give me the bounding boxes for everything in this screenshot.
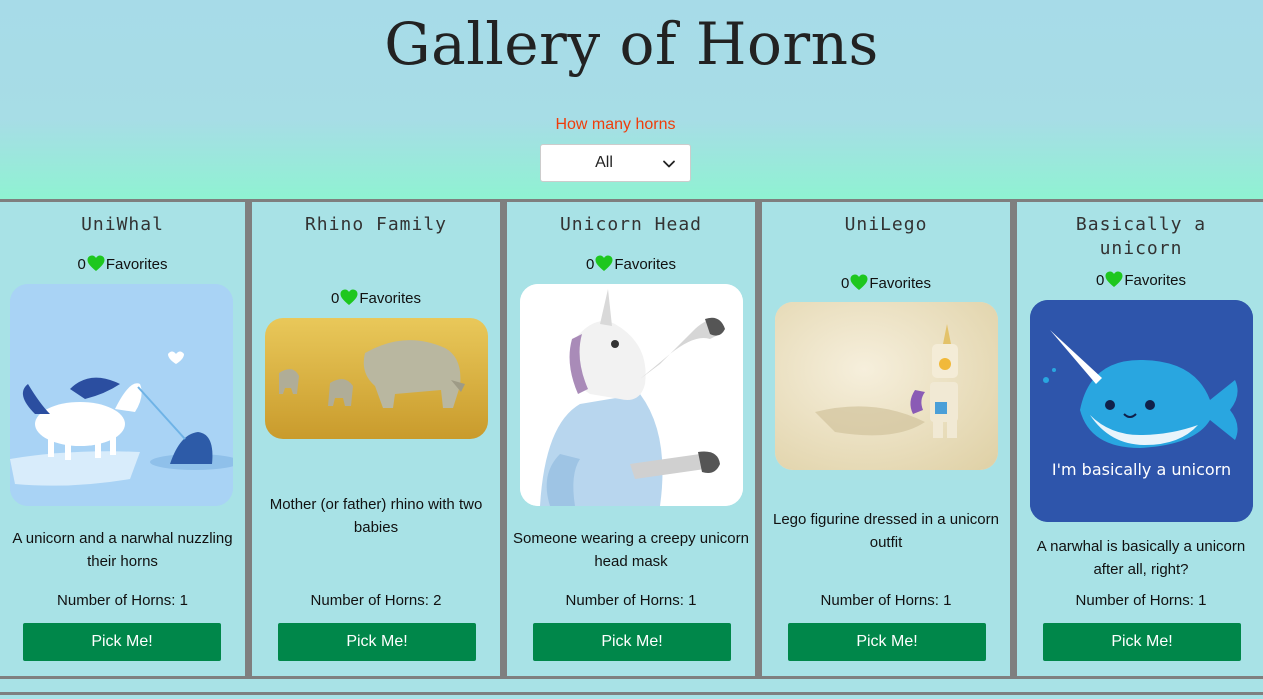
grid-divider [1010, 199, 1017, 677]
grid-divider [500, 199, 507, 677]
horn-count: Number of Horns: 2 [310, 592, 442, 609]
card-image[interactable]: I'm basically a unicorn [1030, 300, 1253, 522]
green-heart-icon [87, 255, 105, 271]
horn-filter-value: All [595, 154, 613, 171]
next-row-strip [0, 679, 1263, 693]
page-header: Gallery of Horns How many horns All [0, 0, 1263, 199]
horn-count: Number of Horns: 1 [1075, 592, 1207, 609]
pick-me-button[interactable]: Pick Me! [278, 623, 476, 661]
card-image[interactable] [10, 284, 233, 506]
favorites-label: Favorites [1124, 272, 1187, 289]
green-heart-icon [340, 289, 358, 305]
horn-count: Number of Horns: 1 [820, 592, 952, 609]
horn-filter-label: How many horns [555, 116, 676, 133]
chevron-down-icon [663, 160, 675, 168]
favorites-count[interactable]: 0 Favorites [252, 289, 500, 307]
horn-count: Number of Horns: 1 [565, 592, 697, 609]
rhino-family-photo [265, 318, 488, 439]
card-description: Someone wearing a creepy unicorn head ma… [513, 530, 749, 570]
favorites-label: Favorites [105, 256, 168, 273]
lego-unicorn-photo [775, 302, 998, 470]
card-description: Mother (or father) rhino with two babies [269, 496, 483, 536]
card-image[interactable] [520, 284, 743, 506]
image-caption: I'm basically a unicorn [1051, 460, 1232, 479]
narwhal-illustration [1030, 300, 1253, 522]
green-heart-icon [850, 274, 868, 290]
card-title: Unicorn Head [559, 214, 703, 235]
card-title: Rhino Family [304, 214, 448, 235]
pick-me-button[interactable]: Pick Me! [533, 623, 731, 661]
next-row-strip [0, 695, 1263, 699]
horn-card: Rhino Family 0 Favorites Mother (or fathe… [252, 202, 500, 676]
horn-card: Unicorn Head 0 Favorites Someone wearing … [507, 202, 755, 676]
favorites-count[interactable]: 0 Favorites [0, 255, 245, 273]
favorites-label: Favorites [869, 275, 932, 292]
favorites-label: Favorites [359, 290, 422, 307]
card-description: A unicorn and a narwhal nuzzling their h… [12, 530, 233, 570]
horn-card: UniLego 0 Favorites Lego figurine dressed… [762, 202, 1010, 676]
unicorn-mask-photo [520, 284, 743, 506]
favorites-label: Favorites [614, 256, 677, 273]
favorites-count[interactable]: 0 Favorites [507, 255, 755, 273]
card-description: Lego figurine dressed in a unicorn outfi… [773, 511, 999, 551]
favorites-number: 0 [840, 275, 850, 292]
horn-card: Basically a unicorn 0 Favorites I'm basic… [1017, 202, 1263, 676]
card-image[interactable] [775, 302, 998, 470]
card-description: A narwhal is basically a unicorn after a… [1036, 538, 1246, 578]
horn-filter-select[interactable]: All [540, 144, 691, 182]
favorites-number: 0 [1095, 272, 1105, 289]
unicorn-narwhal-illustration [10, 284, 233, 506]
pick-me-button[interactable]: Pick Me! [1043, 623, 1241, 661]
grid-divider [245, 199, 252, 677]
green-heart-icon [595, 255, 613, 271]
pick-me-button[interactable]: Pick Me! [788, 623, 986, 661]
favorites-number: 0 [585, 256, 595, 273]
favorites-count[interactable]: 0 Favorites [762, 274, 1010, 292]
favorites-number: 0 [77, 256, 86, 273]
card-title: UniLego [844, 214, 928, 235]
card-image[interactable] [265, 318, 488, 439]
green-heart-icon [1105, 271, 1123, 287]
favorites-count[interactable]: 0 Favorites [1017, 271, 1263, 289]
card-title: Basically a unicorn [1075, 214, 1207, 259]
pick-me-button[interactable]: Pick Me! [23, 623, 221, 661]
page-title: Gallery of Horns [384, 10, 879, 78]
horn-card: UniWhal 0 Favorites A unicorn and a narwh… [0, 202, 245, 676]
horn-count: Number of Horns: 1 [57, 592, 188, 609]
favorites-number: 0 [330, 290, 340, 307]
card-title: UniWhal [81, 214, 164, 235]
grid-divider [755, 199, 762, 677]
